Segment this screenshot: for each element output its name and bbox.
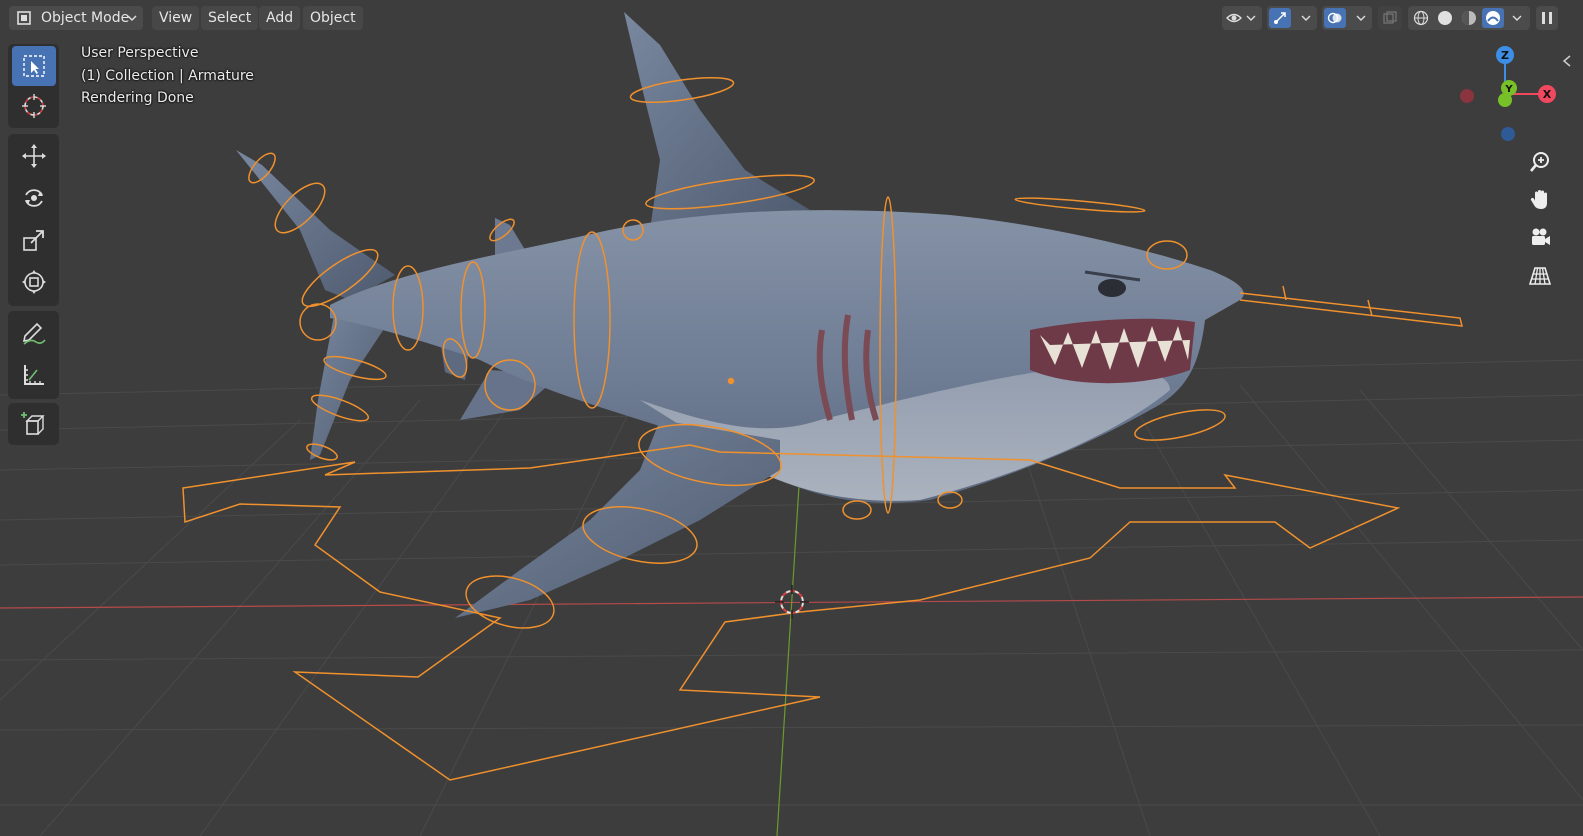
render-status: Rendering Done [81, 90, 194, 106]
chevron-down-icon [1512, 15, 1522, 21]
transform-tool[interactable] [12, 262, 56, 302]
z-axis-label: Z [1501, 49, 1509, 62]
chevron-down-icon [1246, 15, 1256, 21]
camera-view-button[interactable] [1524, 222, 1556, 254]
move-tool[interactable] [12, 136, 56, 176]
add-cube-tool[interactable] [12, 404, 56, 444]
grid-perspective-icon [1529, 267, 1551, 285]
chevron-down-icon [1301, 15, 1311, 21]
3d-viewport[interactable]: Object Mode View Select Add Object User … [0, 0, 1583, 836]
overlays-icon [1327, 12, 1342, 24]
y-axis-line [776, 469, 801, 836]
collection-info: (1) Collection | Armature [81, 68, 254, 84]
zoom-icon [1530, 152, 1549, 172]
toolbar-add-group [8, 403, 59, 445]
wireframe-shading-icon[interactable] [1413, 10, 1429, 26]
gizmo-toggle[interactable] [1267, 6, 1317, 30]
menu-add[interactable]: Add [259, 6, 301, 30]
viewport-scene[interactable] [0, 0, 1583, 836]
view-name: User Perspective [81, 45, 199, 61]
sidebar-toggle[interactable] [1536, 6, 1558, 30]
toolbar-transform-group [8, 134, 59, 306]
material-shading-icon[interactable] [1461, 10, 1477, 26]
mode-dropdown[interactable]: Object Mode [9, 6, 143, 30]
rotate-icon [25, 189, 43, 207]
shading-modes[interactable] [1408, 6, 1530, 30]
measure-tool[interactable] [12, 355, 56, 395]
scale-tool[interactable] [12, 220, 56, 260]
chevron-down-icon [127, 15, 137, 22]
negative-z-axis-handle[interactable] [1501, 127, 1515, 141]
negative-x-axis-handle[interactable] [1460, 89, 1474, 103]
annotate-icon [22, 322, 46, 345]
toolbar-annotate-group [8, 311, 59, 399]
camera-icon [1532, 228, 1550, 245]
cursor-tool[interactable] [12, 86, 56, 126]
transform-icon [22, 270, 46, 294]
navigation-gizmo[interactable]: Z Y X [1452, 40, 1562, 150]
viewport-header: Object Mode View Select Add Object [0, 0, 1583, 36]
move-icon [22, 144, 46, 168]
measure-icon [24, 365, 44, 385]
scale-icon [23, 230, 44, 251]
cursor-icon [22, 94, 46, 118]
xray-toggle[interactable] [1378, 6, 1402, 30]
zoom-button[interactable] [1524, 146, 1556, 178]
y-axis-label: Y [1504, 84, 1513, 95]
menu-object[interactable]: Object [303, 6, 363, 30]
rendered-shading-icon[interactable] [1485, 10, 1501, 26]
object-mode-icon [17, 11, 31, 25]
eye-icon [1226, 13, 1242, 23]
menu-view[interactable]: View [152, 6, 200, 30]
solid-shading-icon[interactable] [1437, 10, 1453, 26]
shark-model [236, 12, 1244, 618]
visibility-dropdown[interactable] [1222, 6, 1262, 30]
toolbar-selection-group [8, 44, 59, 128]
annotate-tool[interactable] [12, 313, 56, 353]
chevron-down-icon [1356, 15, 1366, 21]
menu-select[interactable]: Select [201, 6, 259, 30]
x-axis-label: X [1543, 88, 1552, 101]
overlays-toggle[interactable] [1322, 6, 1372, 30]
xray-icon [1383, 11, 1397, 24]
rotate-tool[interactable] [12, 178, 56, 218]
hand-icon [1530, 190, 1547, 209]
gizmo-icon [1274, 12, 1286, 24]
pause-icon [1542, 12, 1552, 24]
select-box-tool[interactable] [12, 46, 56, 86]
select-box-icon [23, 55, 45, 77]
sidebar-collapse-arrow-icon[interactable] [1560, 54, 1574, 68]
add-cube-icon [21, 412, 45, 435]
perspective-toggle-button[interactable] [1524, 260, 1556, 292]
mode-label: Object Mode [41, 10, 130, 26]
pan-button[interactable] [1524, 184, 1556, 216]
